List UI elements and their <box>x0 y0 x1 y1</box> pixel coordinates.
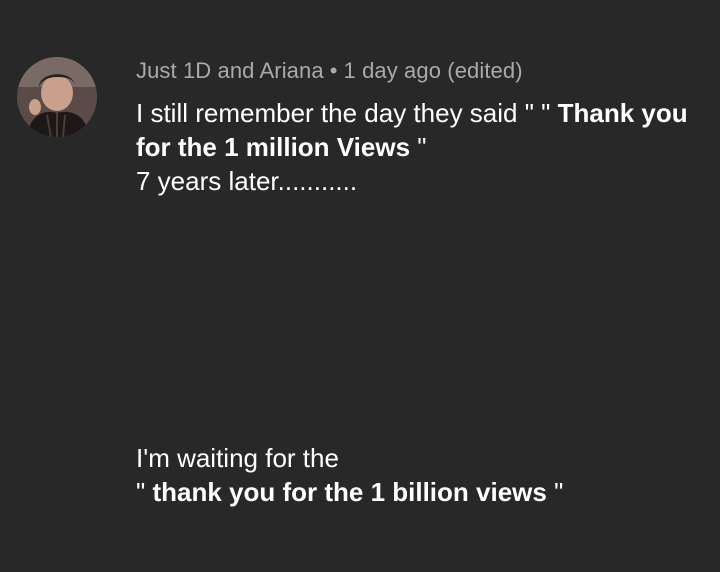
comment-line-1-end: " <box>417 132 427 162</box>
user-avatar[interactable] <box>17 57 97 137</box>
comment-line-3: I'm waiting for the <box>136 443 339 473</box>
comment-author[interactable]: Just 1D and Ariana <box>136 58 324 83</box>
comment-line-2: 7 years later........... <box>136 166 358 196</box>
comment-line-4-bold: thank you for the 1 billion views <box>152 477 555 507</box>
user-avatar-icon <box>17 57 97 137</box>
comment-timestamp: 1 day ago (edited) <box>343 58 523 83</box>
comment-line-4-end: " <box>554 477 564 507</box>
comment-line-4-start: " <box>136 477 153 507</box>
comment-line-4: " thank you for the 1 billion views " <box>136 475 696 509</box>
meta-separator: • <box>329 58 338 83</box>
comment-line-1-text: I still remember the day they said " " <box>136 98 558 128</box>
comment-meta: Just 1D and Ariana • 1 day ago (edited) <box>136 58 523 84</box>
comment-body: I still remember the day they said " " T… <box>136 96 696 198</box>
comment-item: Just 1D and Ariana • 1 day ago (edited) I … <box>0 0 720 572</box>
comment-body-second: I'm waiting for the " thank you for the … <box>136 441 696 509</box>
comment-line-1: I still remember the day they said " " T… <box>136 96 696 164</box>
